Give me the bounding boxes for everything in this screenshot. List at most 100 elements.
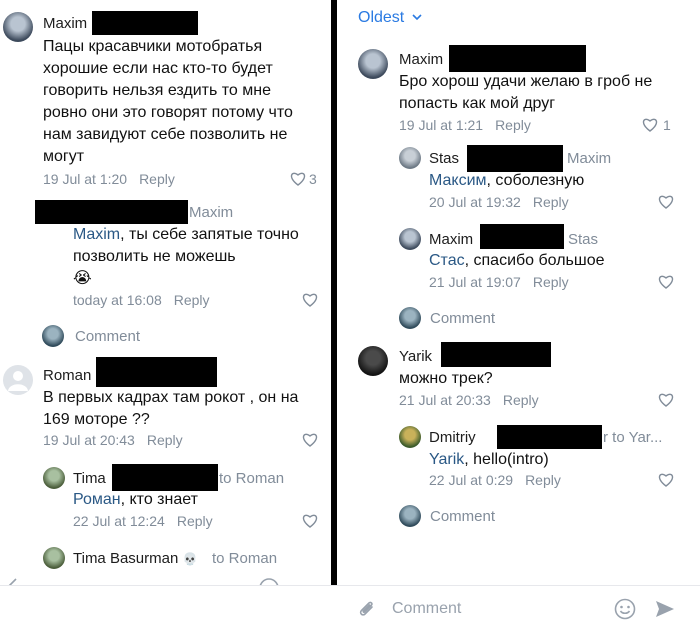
reply-button[interactable]: Reply: [177, 513, 213, 529]
avatar[interactable]: [43, 467, 65, 489]
reply-button[interactable]: Reply: [503, 392, 539, 408]
like-count: 1: [663, 117, 671, 133]
reply-text: Максим, соболезную: [429, 172, 585, 189]
like-heart-icon[interactable]: [302, 293, 318, 307]
redacted-block: [96, 357, 217, 387]
redacted-block: [441, 342, 551, 367]
redacted-block: [449, 45, 586, 72]
comment-author[interactable]: Yarik: [399, 348, 432, 365]
reply-to-name[interactable]: Stas: [568, 231, 598, 248]
avatar[interactable]: [43, 547, 65, 569]
reply-text: Yarik, hello(intro): [429, 451, 549, 468]
reply-button[interactable]: Reply: [533, 274, 569, 290]
chevron-down-icon: [412, 14, 422, 21]
left-screenshot-pane: Maxim Пацы красавчики мотобратья хорошие…: [0, 0, 331, 632]
comment-meta: 21 Jul at 20:33 Reply: [399, 392, 539, 408]
comment-input-bar: [0, 585, 700, 632]
reply-to-name[interactable]: Maxim: [567, 150, 611, 167]
reply-to-name[interactable]: to Roman: [212, 550, 277, 567]
comment-text: Бро хорош удачи желаю в гроб не попасть …: [399, 73, 653, 112]
comment-meta: 19 Jul at 1:20 Reply: [43, 171, 175, 187]
comment-author[interactable]: Maxim: [429, 231, 473, 248]
write-comment-link[interactable]: Comment: [430, 310, 495, 327]
like-count: 3: [309, 171, 317, 187]
mention-link[interactable]: Стас: [429, 252, 465, 269]
comment-meta: 21 Jul at 19:07 Reply: [429, 274, 569, 290]
my-avatar: [399, 307, 421, 329]
comment-author[interactable]: Tima: [73, 470, 106, 487]
mention-link[interactable]: Yarik: [429, 451, 464, 468]
smiley-icon[interactable]: [614, 598, 636, 620]
comment-author[interactable]: Roman: [43, 367, 91, 384]
like-heart-icon[interactable]: [658, 473, 674, 487]
comment-author[interactable]: Maxim: [399, 51, 443, 68]
comment-author[interactable]: Stas: [429, 150, 459, 167]
reply-text: Роман, кто знает: [73, 491, 198, 508]
comment-text: В первых кадрах там рокот , он на 169 мо…: [43, 389, 299, 428]
reply-to-name[interactable]: Maxim: [189, 204, 233, 221]
avatar[interactable]: [358, 346, 388, 376]
comment-date: 19 Jul at 1:21: [399, 117, 484, 133]
mention-link[interactable]: Максим: [429, 172, 487, 189]
comment-author[interactable]: Maxim: [43, 15, 87, 32]
reply-to-name[interactable]: to Roman: [219, 470, 284, 487]
like-heart-icon[interactable]: [302, 514, 318, 528]
like-heart-icon[interactable]: [302, 433, 318, 447]
redacted-block: [467, 145, 563, 172]
paperclip-icon[interactable]: [357, 598, 377, 620]
comment-date: 21 Jul at 20:33: [399, 392, 491, 408]
avatar[interactable]: [3, 12, 33, 42]
comment-meta: 19 Jul at 20:43 Reply: [43, 432, 183, 448]
write-comment-link[interactable]: Comment: [75, 328, 140, 345]
redacted-block: [112, 464, 218, 491]
like-heart-icon[interactable]: [658, 275, 674, 289]
comment-meta: 20 Jul at 19:32 Reply: [429, 194, 569, 210]
avatar[interactable]: [399, 147, 421, 169]
avatar[interactable]: [3, 365, 33, 395]
reply-to-name[interactable]: r to Yar...: [603, 429, 662, 446]
write-comment-link[interactable]: Comment: [430, 508, 495, 525]
mention-link[interactable]: Maxim: [73, 226, 120, 243]
comment-date: today at 16:08: [73, 292, 162, 308]
comment-author[interactable]: Dmitriy: [429, 429, 476, 446]
redacted-block: [35, 200, 188, 224]
comment-date: 22 Jul at 12:24: [73, 513, 165, 529]
avatar[interactable]: [358, 49, 388, 79]
mention-link[interactable]: Роман: [73, 491, 121, 508]
send-icon[interactable]: [654, 598, 676, 620]
reply-text: Maxim, ты себе запятые точно позволить н…: [73, 226, 299, 287]
comment-meta: 22 Jul at 12:24 Reply: [73, 513, 213, 529]
like-heart-icon[interactable]: [642, 118, 658, 132]
reply-button[interactable]: Reply: [525, 472, 561, 488]
redacted-block: [92, 11, 198, 35]
comment-meta: today at 16:08 Reply: [73, 292, 210, 308]
avatar[interactable]: [399, 426, 421, 448]
comment-date: 19 Jul at 1:20: [43, 171, 128, 187]
reply-button[interactable]: Reply: [147, 432, 183, 448]
avatar[interactable]: [399, 228, 421, 250]
comment-text: можно трек?: [399, 370, 493, 387]
comment-date: 22 Jul at 0:29: [429, 472, 514, 488]
reply-text: Стас, спасибо большое: [429, 252, 605, 269]
comment-text: Пацы красавчики мотобратья хорошие если …: [43, 38, 293, 165]
redacted-block: [497, 425, 602, 449]
reply-button[interactable]: Reply: [139, 171, 175, 187]
comment-date: 20 Jul at 19:32: [429, 194, 521, 210]
crying-emoji-icon: 😭: [73, 270, 92, 287]
comment-meta: 22 Jul at 0:29 Reply: [429, 472, 561, 488]
comment-input[interactable]: [392, 596, 592, 622]
like-heart-icon[interactable]: [658, 195, 674, 209]
comment-author[interactable]: Tima Basurman 💀: [73, 550, 197, 567]
comment-date: 21 Jul at 19:07: [429, 274, 521, 290]
like-heart-icon[interactable]: [290, 172, 306, 186]
reply-button[interactable]: Reply: [174, 292, 210, 308]
skull-emoji-icon: 💀: [182, 552, 198, 566]
reply-button[interactable]: Reply: [495, 117, 531, 133]
right-screenshot-pane: Oldest Maxim Бро хорош удачи желаю в гро…: [337, 0, 700, 632]
comment-date: 19 Jul at 20:43: [43, 432, 135, 448]
sort-dropdown[interactable]: Oldest: [358, 9, 422, 27]
like-heart-icon[interactable]: [658, 393, 674, 407]
redacted-block: [480, 224, 564, 249]
my-avatar: [399, 505, 421, 527]
reply-button[interactable]: Reply: [533, 194, 569, 210]
